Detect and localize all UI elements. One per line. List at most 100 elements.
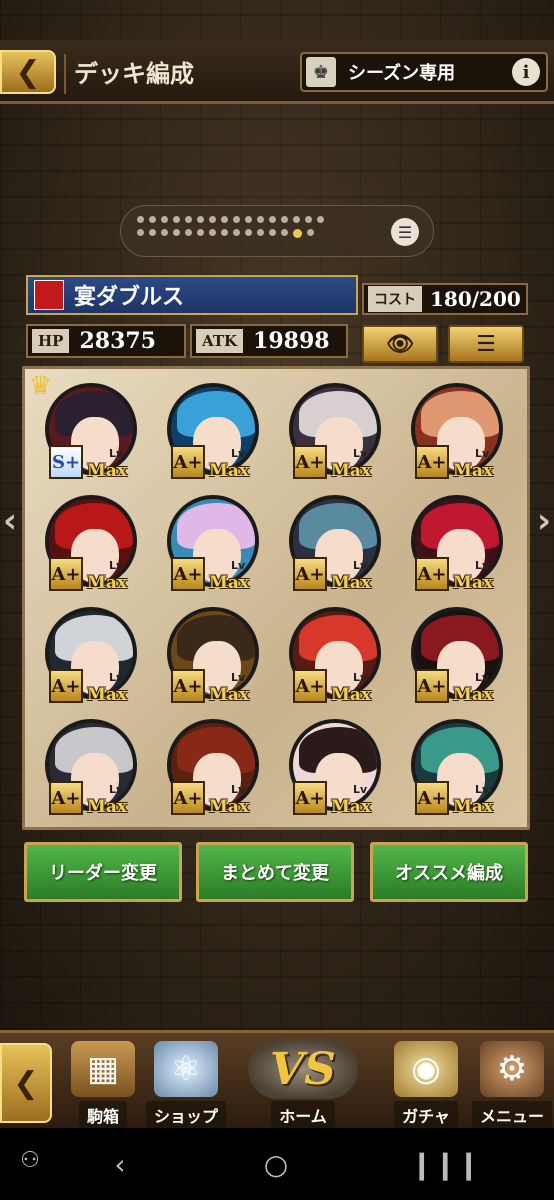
rank-badge: A+ bbox=[293, 557, 327, 591]
back-button[interactable]: ❮ bbox=[0, 50, 56, 94]
nav-back-button[interactable]: ❮ bbox=[0, 1043, 52, 1123]
list-icon: ☰ bbox=[476, 331, 496, 357]
page-dot[interactable] bbox=[161, 229, 168, 236]
recommend-button[interactable]: オススメ編成 bbox=[370, 842, 528, 902]
page-dot[interactable] bbox=[209, 229, 216, 236]
page-dot[interactable] bbox=[317, 216, 324, 223]
page-dot[interactable] bbox=[149, 216, 156, 223]
system-recents-icon[interactable]: ❙❙❙ bbox=[410, 1148, 480, 1181]
character-card[interactable]: A+ Lv. Max bbox=[275, 489, 391, 597]
character-card[interactable]: A+ Lv. Max bbox=[275, 601, 391, 709]
character-card[interactable]: A+ Lv. Max bbox=[31, 713, 147, 821]
system-home-icon[interactable]: ○ bbox=[256, 1148, 296, 1181]
rank-badge: A+ bbox=[49, 669, 83, 703]
atk-display: ATK 19898 bbox=[190, 324, 348, 358]
page-dot[interactable] bbox=[161, 216, 168, 223]
deck-list-icon[interactable]: ☰ bbox=[391, 218, 419, 246]
page-dot[interactable] bbox=[185, 216, 192, 223]
character-card[interactable]: A+ Lv. Max bbox=[275, 377, 391, 485]
deck-name-bar[interactable]: 宴ダブルス bbox=[26, 275, 358, 315]
nav-menu[interactable]: ⚙ メニュー bbox=[470, 1039, 554, 1129]
gear-icon: ⚙ bbox=[480, 1041, 544, 1097]
character-card[interactable]: A+ Lv. Max bbox=[397, 377, 513, 485]
level-max-label: Max bbox=[209, 461, 249, 481]
rank-badge: A+ bbox=[415, 669, 449, 703]
page-dot[interactable] bbox=[269, 216, 276, 223]
page-dot[interactable] bbox=[281, 229, 288, 236]
page-dot-active[interactable] bbox=[293, 229, 302, 238]
game-controller-icon[interactable]: ⚇ bbox=[10, 1148, 50, 1173]
page-dot[interactable] bbox=[233, 229, 240, 236]
page-dot[interactable] bbox=[173, 229, 180, 236]
character-card[interactable]: A+ Lv. Max bbox=[153, 489, 269, 597]
bulk-change-button[interactable]: まとめて変更 bbox=[196, 842, 354, 902]
nav-shop[interactable]: ⚛ ショップ bbox=[146, 1039, 226, 1129]
page-dot[interactable] bbox=[173, 216, 180, 223]
page-dot[interactable] bbox=[307, 229, 314, 236]
hp-label: HP bbox=[32, 329, 70, 353]
prev-deck-arrow[interactable]: ‹ bbox=[0, 498, 20, 544]
rank-badge: A+ bbox=[293, 781, 327, 815]
nav-gacha-label: ガチャ bbox=[394, 1101, 458, 1129]
page-dot[interactable] bbox=[281, 216, 288, 223]
page-dot[interactable] bbox=[293, 216, 300, 223]
rank-badge: A+ bbox=[49, 781, 83, 815]
level-label: Lv. bbox=[231, 783, 249, 796]
page-dot[interactable] bbox=[197, 216, 204, 223]
character-card[interactable]: A+ Lv. Max bbox=[397, 713, 513, 821]
character-card[interactable]: A+ Lv. Max bbox=[153, 377, 269, 485]
page-dot[interactable] bbox=[221, 229, 228, 236]
page-dot[interactable] bbox=[245, 216, 252, 223]
page-dot[interactable] bbox=[245, 229, 252, 236]
character-card[interactable]: A+ Lv. Max bbox=[275, 713, 391, 821]
page-dot[interactable] bbox=[269, 229, 276, 236]
rank-badge: A+ bbox=[49, 557, 83, 591]
deck-name: 宴ダブルス bbox=[74, 285, 185, 310]
leader-change-button[interactable]: リーダー変更 bbox=[24, 842, 182, 902]
atk-label: ATK bbox=[196, 329, 244, 353]
character-card[interactable]: A+ Lv. Max bbox=[153, 713, 269, 821]
level-label: Lv. bbox=[353, 783, 371, 796]
nav-pieces[interactable]: ▦ 駒箱 bbox=[60, 1039, 146, 1129]
system-back-icon[interactable]: ‹ bbox=[100, 1148, 140, 1181]
nav-home[interactable]: VS ホーム bbox=[228, 1039, 378, 1129]
character-card[interactable]: A+ Lv. Max bbox=[397, 601, 513, 709]
page-dot[interactable] bbox=[209, 216, 216, 223]
level-label: Lv. bbox=[475, 783, 493, 796]
leader-crown-icon: ♛ bbox=[29, 371, 53, 401]
page-dot[interactable] bbox=[221, 216, 228, 223]
character-card[interactable]: ♛ S+ Lv. Max bbox=[29, 371, 147, 485]
season-only-toggle[interactable]: ♚ シーズン専用 i bbox=[300, 52, 548, 92]
character-card[interactable]: A+ Lv. Max bbox=[153, 601, 269, 709]
level-label: Lv. bbox=[353, 671, 371, 684]
rank-badge: A+ bbox=[171, 557, 205, 591]
sort-menu-button[interactable]: ☰ bbox=[448, 325, 524, 363]
level-max-label: Max bbox=[331, 461, 371, 481]
page-dot[interactable] bbox=[233, 216, 240, 223]
character-card[interactable]: A+ Lv. Max bbox=[31, 489, 147, 597]
next-deck-arrow[interactable]: › bbox=[534, 498, 554, 544]
coins-icon: ◉ bbox=[394, 1041, 458, 1097]
character-card[interactable]: A+ Lv. Max bbox=[397, 489, 513, 597]
season-icon: ♚ bbox=[306, 57, 336, 87]
hp-display: HP 28375 bbox=[26, 324, 186, 358]
nav-shop-label: ショップ bbox=[146, 1101, 226, 1129]
nav-gacha[interactable]: ◉ ガチャ bbox=[386, 1039, 466, 1129]
page-dot[interactable] bbox=[185, 229, 192, 236]
page-dot[interactable] bbox=[149, 229, 156, 236]
character-card[interactable]: A+ Lv. Max bbox=[31, 601, 147, 709]
rank-badge: A+ bbox=[171, 445, 205, 479]
page-dot[interactable] bbox=[305, 216, 312, 223]
page-dot[interactable] bbox=[257, 229, 264, 236]
page-dot[interactable] bbox=[257, 216, 264, 223]
page-dot[interactable] bbox=[197, 229, 204, 236]
preview-button[interactable]: 👁 bbox=[362, 325, 438, 363]
chevron-left-icon: ❮ bbox=[15, 54, 41, 90]
page-dot[interactable] bbox=[137, 229, 144, 236]
deck-page-dots[interactable] bbox=[137, 216, 387, 244]
atk-value: 19898 bbox=[253, 328, 330, 354]
rank-badge: A+ bbox=[415, 557, 449, 591]
page-dot[interactable] bbox=[137, 216, 144, 223]
info-icon[interactable]: i bbox=[512, 58, 540, 86]
treasure-chest-icon: ▦ bbox=[71, 1041, 135, 1097]
